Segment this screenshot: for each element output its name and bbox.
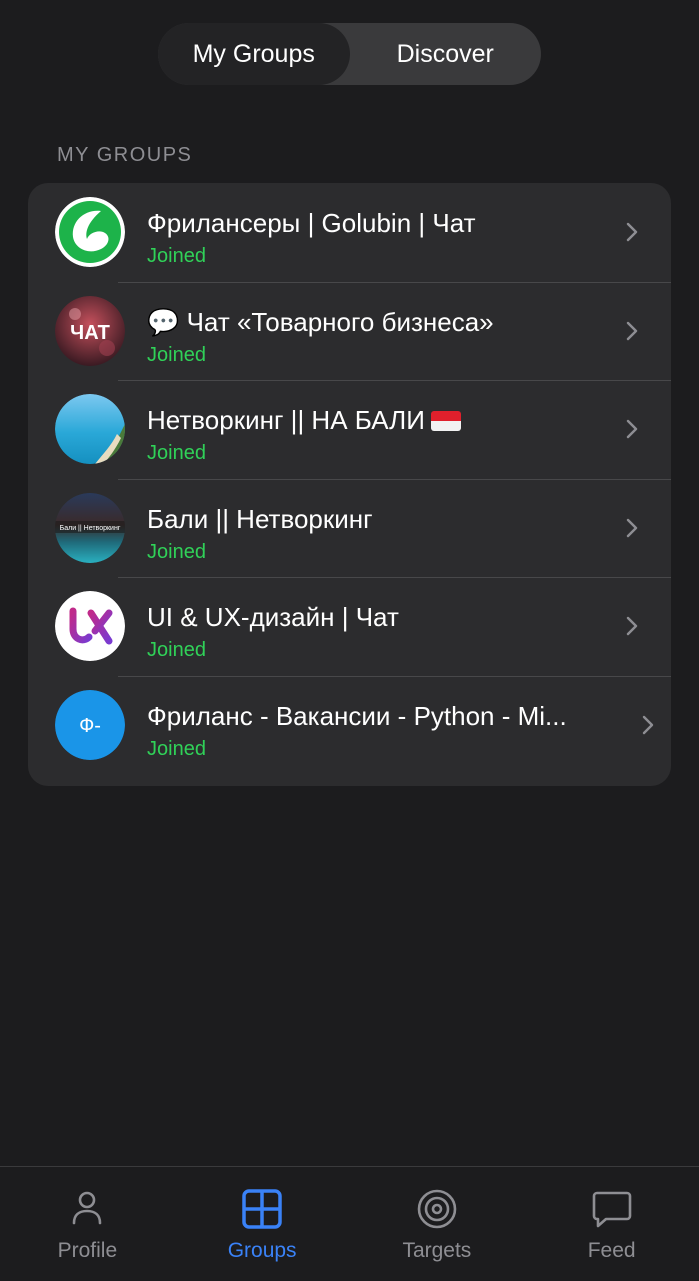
group-row[interactable]: Ф- Фриланс - Вакансии - Python - Mi... J… — [28, 675, 671, 775]
group-title: Фриланс - Вакансии - Python - Mi... — [147, 700, 567, 731]
group-row[interactable]: Бали || Нетворкинг Бали || Нетворкинг Jo… — [28, 478, 671, 578]
joined-status: Joined — [147, 343, 206, 366]
tab-targets[interactable]: Targets — [350, 1167, 525, 1281]
group-title: Фрилансеры | Golubin | Чат — [147, 208, 476, 238]
grid-icon — [242, 1189, 282, 1229]
tab-label: Feed — [587, 1239, 636, 1262]
avatar-text: Бали || Нетворкинг — [60, 525, 121, 532]
person-icon — [73, 1191, 102, 1225]
tab-discover[interactable]: Discover — [350, 23, 542, 85]
group-row[interactable]: UI & UX-дизайн | Чат Joined — [28, 577, 671, 676]
joined-status: Joined — [147, 245, 206, 267]
group-title: Нетворкинг || НА БАЛИ — [147, 404, 621, 436]
avatar-text: ЧАТ — [70, 322, 110, 344]
chevron-right-icon — [626, 617, 638, 636]
chevron-right-icon — [626, 223, 638, 242]
target-icon — [417, 1189, 457, 1229]
chevron-right-icon — [626, 518, 638, 537]
tab-label: Groups — [227, 1239, 297, 1262]
section-header: MY GROUPS — [57, 144, 193, 166]
chat-bubble-icon — [592, 1191, 631, 1228]
group-avatar — [55, 591, 125, 662]
group-title: UI & UX-дизайн | Чат — [147, 602, 399, 632]
avatar-text: Ф- — [79, 715, 101, 737]
tab-bar: Profile Groups Targets Feed — [0, 1166, 699, 1281]
group-avatar: ЧАТ — [55, 295, 125, 366]
group-avatar — [55, 197, 125, 268]
group-avatar — [55, 394, 125, 465]
indonesia-flag-icon — [430, 411, 461, 431]
group-title: Бали || Нетворкинг — [147, 503, 373, 534]
tab-my-groups[interactable]: My Groups — [158, 23, 350, 85]
joined-status: Joined — [147, 442, 206, 464]
group-list: Фрилансеры | Golubin | Чат Joined ЧАТ 💬 … — [28, 183, 671, 786]
joined-status: Joined — [147, 540, 206, 563]
chevron-right-icon — [626, 321, 638, 340]
group-avatar: Бали || Нетворкинг — [55, 492, 125, 563]
tab-profile[interactable]: Profile — [0, 1167, 175, 1281]
segmented-control: My Groups Discover — [158, 23, 541, 85]
chevron-right-icon — [626, 420, 638, 439]
joined-status: Joined — [147, 639, 206, 661]
tab-feed[interactable]: Feed — [524, 1167, 699, 1281]
group-row[interactable]: Нетворкинг || НА БАЛИ Joined — [28, 380, 671, 479]
chevron-right-icon — [642, 715, 654, 734]
group-avatar: Ф- — [55, 689, 125, 760]
group-title: 💬 Чат «Товарного бизнеса» — [147, 306, 494, 337]
group-row[interactable]: Фрилансеры | Golubin | Чат Joined — [28, 183, 671, 282]
group-row[interactable]: ЧАТ 💬 Чат «Товарного бизнеса» Joined — [28, 281, 671, 381]
tab-label: Profile — [57, 1239, 118, 1262]
tab-label: Targets — [402, 1239, 472, 1262]
joined-status: Joined — [147, 737, 206, 760]
tab-groups[interactable]: Groups — [175, 1167, 350, 1281]
